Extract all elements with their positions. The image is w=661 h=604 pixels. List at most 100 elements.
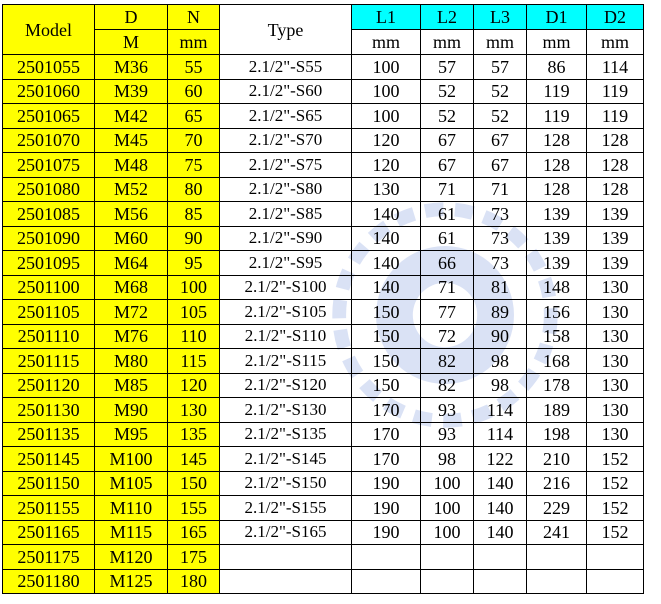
- cell-type: [219, 544, 352, 570]
- cell-l3: 114: [473, 421, 527, 447]
- cell-l3: [473, 568, 527, 594]
- header-row-top: Model D N Type L1 L2 L3 D1 D2: [2, 4, 644, 55]
- cell-d1: 128: [526, 176, 587, 202]
- cell-d2: [586, 568, 644, 594]
- cell-d1: 210: [526, 446, 587, 472]
- cell-type: 2.1/2"-S100: [219, 274, 352, 300]
- header-model: Model: [2, 4, 95, 55]
- cell-d1: 189: [526, 397, 587, 423]
- cell-d2: 119: [586, 78, 644, 104]
- cell-l1: 190: [351, 495, 421, 521]
- cell-d: M72: [94, 299, 168, 325]
- spec-table: Model D N Type L1 L2 L3 D1 D2 M mm mm mm…: [2, 4, 644, 594]
- unit-d: M: [94, 29, 168, 55]
- cell-l3: 52: [473, 78, 527, 104]
- cell-d: M42: [94, 103, 168, 129]
- cell-l1: 170: [351, 446, 421, 472]
- header-type: Type: [219, 4, 352, 55]
- cell-l3: 98: [473, 372, 527, 398]
- cell-d1: 241: [526, 519, 587, 545]
- cell-l2: 61: [420, 225, 474, 251]
- cell-type: 2.1/2"-S95: [219, 250, 352, 276]
- cell-d2: 114: [586, 54, 644, 80]
- cell-d: M85: [94, 372, 168, 398]
- cell-d1: 216: [526, 470, 587, 496]
- table-row: 2501055 M36 55 2.1/2"-S55 100 57 57 86 114: [2, 54, 644, 80]
- table-row: 2501175 M120 175: [2, 544, 644, 570]
- cell-l2: 71: [420, 176, 474, 202]
- cell-n: 90: [167, 225, 220, 251]
- cell-d: M76: [94, 323, 168, 349]
- cell-d2: 130: [586, 421, 644, 447]
- cell-model: 2501070: [2, 127, 95, 153]
- header-l3: L3: [473, 4, 527, 30]
- cell-d1: 128: [526, 152, 587, 178]
- cell-l3: 67: [473, 127, 527, 153]
- table-row: 2501135 M95 135 2.1/2"-S135 170 93 114 198 130: [2, 421, 644, 447]
- table-row: 2501180 M125 180: [2, 568, 644, 594]
- cell-l2: 67: [420, 127, 474, 153]
- cell-l1: [351, 568, 421, 594]
- cell-l2: 72: [420, 323, 474, 349]
- cell-l3: 140: [473, 519, 527, 545]
- unit-l2: mm: [420, 29, 474, 55]
- cell-l3: 114: [473, 397, 527, 423]
- table-row: 2501105 M72 105 2.1/2"-S105 150 77 89 156 130: [2, 299, 644, 325]
- cell-l1: 190: [351, 470, 421, 496]
- cell-d1: 139: [526, 225, 587, 251]
- cell-model: 2501130: [2, 397, 95, 423]
- cell-l2: 82: [420, 372, 474, 398]
- table-row: 2501080 M52 80 2.1/2"-S80 130 71 71 128 128: [2, 176, 644, 202]
- table-row: 2501120 M85 120 2.1/2"-S120 150 82 98 178 130: [2, 372, 644, 398]
- cell-model: 2501105: [2, 299, 95, 325]
- cell-l1: 150: [351, 299, 421, 325]
- cell-d: M100: [94, 446, 168, 472]
- cell-d2: 139: [586, 225, 644, 251]
- cell-l2: 98: [420, 446, 474, 472]
- cell-d1: [526, 568, 587, 594]
- cell-n: 115: [167, 348, 220, 374]
- cell-type: 2.1/2"-S85: [219, 201, 352, 227]
- cell-l2: 93: [420, 421, 474, 447]
- cell-model: 2501165: [2, 519, 95, 545]
- cell-model: 2501095: [2, 250, 95, 276]
- cell-n: 95: [167, 250, 220, 276]
- cell-l1: 100: [351, 103, 421, 129]
- cell-type: 2.1/2"-S70: [219, 127, 352, 153]
- cell-n: 75: [167, 152, 220, 178]
- cell-d: M68: [94, 274, 168, 300]
- cell-l3: 98: [473, 348, 527, 374]
- cell-d: M90: [94, 397, 168, 423]
- cell-l2: 100: [420, 495, 474, 521]
- cell-model: 2501075: [2, 152, 95, 178]
- cell-d2: 119: [586, 103, 644, 129]
- table-row: 2501155 M110 155 2.1/2"-S155 190 100 140 229 152: [2, 495, 644, 521]
- cell-d2: 152: [586, 470, 644, 496]
- cell-d2: 139: [586, 201, 644, 227]
- cell-d2: 139: [586, 250, 644, 276]
- unit-d1: mm: [526, 29, 587, 55]
- cell-model: 2501065: [2, 103, 95, 129]
- header-d: D: [94, 4, 168, 30]
- cell-d1: 156: [526, 299, 587, 325]
- cell-n: 145: [167, 446, 220, 472]
- cell-d: M95: [94, 421, 168, 447]
- cell-l3: 140: [473, 495, 527, 521]
- cell-model: 2501100: [2, 274, 95, 300]
- cell-l2: 100: [420, 470, 474, 496]
- cell-d: M52: [94, 176, 168, 202]
- cell-n: 65: [167, 103, 220, 129]
- cell-l3: 81: [473, 274, 527, 300]
- cell-type: 2.1/2"-S60: [219, 78, 352, 104]
- cell-model: 2501055: [2, 54, 95, 80]
- cell-l1: 150: [351, 372, 421, 398]
- cell-l1: 100: [351, 54, 421, 80]
- cell-type: 2.1/2"-S165: [219, 519, 352, 545]
- cell-l1: 170: [351, 421, 421, 447]
- cell-d2: 152: [586, 519, 644, 545]
- cell-l2: 82: [420, 348, 474, 374]
- cell-n: 60: [167, 78, 220, 104]
- header-l2: L2: [420, 4, 474, 30]
- cell-n: 165: [167, 519, 220, 545]
- cell-d: M115: [94, 519, 168, 545]
